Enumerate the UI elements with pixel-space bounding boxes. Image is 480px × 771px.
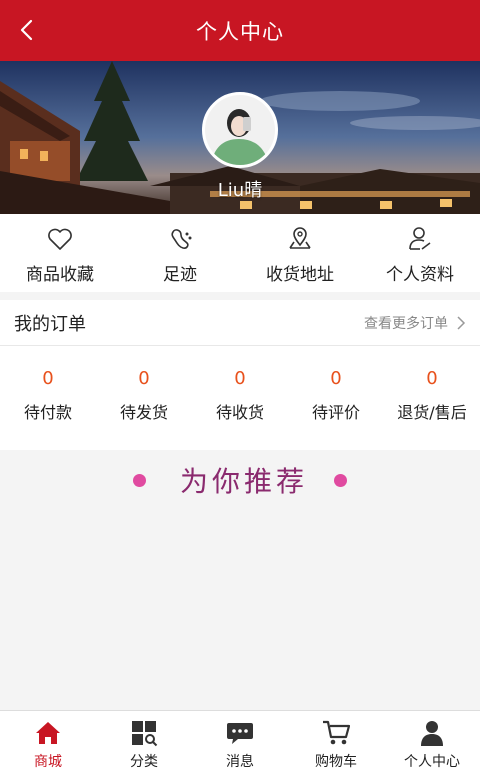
user-edit-icon xyxy=(409,227,431,250)
username: Liu晴 xyxy=(217,180,263,201)
tab-mall[interactable]: 商城 xyxy=(0,711,96,771)
tab-profile[interactable]: 个人中心 xyxy=(384,711,480,771)
decor-dot-right xyxy=(334,473,347,487)
order-status-label: 待发货 xyxy=(119,403,168,422)
order-status-pending-receipt[interactable]: 0 待收货 xyxy=(192,346,288,450)
quick-link-favorites[interactable]: 商品收藏 xyxy=(0,214,120,292)
quick-links: 商品收藏 足迹 收货地址 个人资料 xyxy=(0,214,480,292)
recommend-heading: 为你推荐 xyxy=(0,458,480,502)
message-icon xyxy=(227,723,253,744)
avatar-image xyxy=(205,95,275,165)
orders-header: 我的订单 查看更多订单 xyxy=(0,300,480,346)
recommend-title: 为你推荐 xyxy=(179,465,308,498)
order-status-pending-shipment[interactable]: 0 待发货 xyxy=(96,346,192,450)
order-count: 0 xyxy=(42,368,54,389)
tab-label: 购物车 xyxy=(315,754,357,770)
tab-label: 个人中心 xyxy=(404,754,460,770)
bottom-tab-bar: 商城 分类 消息 购物车 个人中心 xyxy=(0,710,480,771)
order-status-label: 退货/售后 xyxy=(397,403,467,422)
orders-title: 我的订单 xyxy=(14,313,86,335)
map-pin-icon xyxy=(289,227,311,249)
quick-link-profile[interactable]: 个人资料 xyxy=(360,214,480,292)
heart-icon xyxy=(48,228,72,250)
footprint-icon xyxy=(171,229,192,249)
page-title: 个人中心 xyxy=(196,19,284,44)
quick-link-footprint[interactable]: 足迹 xyxy=(120,214,240,292)
order-count: 0 xyxy=(426,368,438,389)
chevron-right-icon xyxy=(457,315,466,330)
tab-label: 分类 xyxy=(130,754,158,770)
tab-label: 商城 xyxy=(34,754,62,770)
order-count: 0 xyxy=(234,368,246,389)
order-status-label: 待评价 xyxy=(311,403,360,422)
tab-cart[interactable]: 购物车 xyxy=(288,711,384,771)
order-count: 0 xyxy=(330,368,342,389)
quick-link-label: 足迹 xyxy=(163,265,197,285)
order-status-row: 0 待付款 0 待发货 0 待收货 0 待评价 0 退货/售后 xyxy=(0,346,480,450)
home-icon xyxy=(36,722,60,744)
recommend-section: 为你推荐 xyxy=(0,450,480,710)
order-status-pending-review[interactable]: 0 待评价 xyxy=(288,346,384,450)
decor-dot-left xyxy=(132,473,146,487)
quick-link-label: 收货地址 xyxy=(266,265,334,285)
order-status-label: 待收货 xyxy=(215,403,264,422)
order-status-label: 待付款 xyxy=(23,403,72,422)
my-orders-card: 我的订单 查看更多订单 0 待付款 0 待发货 0 待收货 0 待评价 0 退货… xyxy=(0,300,480,450)
view-more-orders-label: 查看更多订单 xyxy=(364,315,448,332)
top-bar: 个人中心 xyxy=(0,0,480,61)
tab-label: 消息 xyxy=(226,754,254,770)
cart-icon xyxy=(323,720,350,745)
avatar[interactable] xyxy=(202,92,278,168)
order-count: 0 xyxy=(138,368,150,389)
quick-link-label: 个人资料 xyxy=(386,265,454,285)
tab-category[interactable]: 分类 xyxy=(96,711,192,771)
quick-link-address[interactable]: 收货地址 xyxy=(240,214,360,292)
view-more-orders-link[interactable]: 查看更多订单 xyxy=(364,313,466,333)
back-arrow-icon[interactable] xyxy=(14,16,42,44)
category-icon xyxy=(132,721,158,747)
quick-link-label: 商品收藏 xyxy=(26,265,94,285)
order-status-pending-payment[interactable]: 0 待付款 xyxy=(0,346,96,450)
user-icon xyxy=(421,721,443,746)
tab-messages[interactable]: 消息 xyxy=(192,711,288,771)
order-status-returns[interactable]: 0 退货/售后 xyxy=(384,346,480,450)
